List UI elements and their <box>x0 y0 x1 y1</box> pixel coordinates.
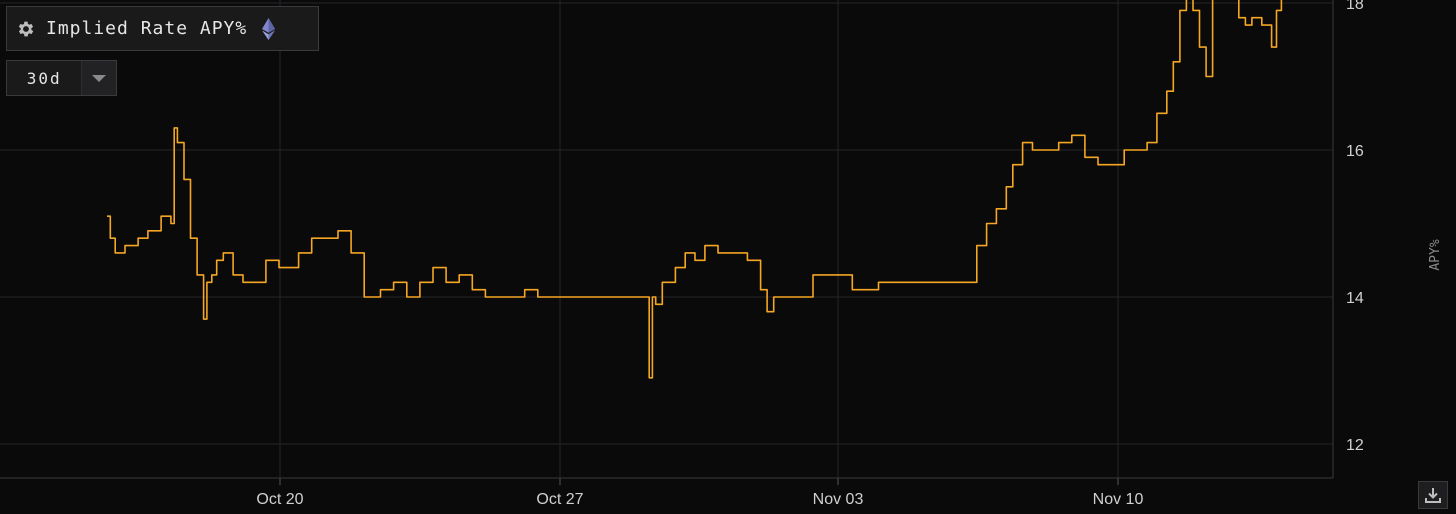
y-tick-label: 14 <box>1346 290 1364 307</box>
y-tick-label: 16 <box>1346 143 1364 160</box>
chart-title: Implied Rate APY% <box>46 18 248 39</box>
ethereum-icon <box>262 17 276 40</box>
download-icon <box>1425 488 1441 503</box>
range-selector[interactable]: 30d <box>6 60 117 96</box>
download-button[interactable] <box>1418 481 1448 509</box>
range-selector-value[interactable]: 30d <box>7 69 81 88</box>
range-dropdown-button[interactable] <box>81 61 116 95</box>
grid-lines <box>0 0 1333 478</box>
y-tick-label: 12 <box>1346 437 1364 454</box>
y-tick-label: 18 <box>1346 0 1364 13</box>
series-line <box>107 0 1283 379</box>
implied-rate-chart[interactable]: 121416182022Oct 20Oct 27Nov 03Nov 10 <box>0 0 1456 514</box>
x-tick-label: Oct 20 <box>256 491 303 508</box>
y-axis-label: APY% <box>1427 239 1443 271</box>
x-tick-label: Nov 10 <box>1093 491 1144 508</box>
x-tick-label: Nov 03 <box>813 491 864 508</box>
gear-icon[interactable] <box>16 19 36 39</box>
axes: 121416182022Oct 20Oct 27Nov 03Nov 10 <box>0 0 1364 508</box>
series-layer <box>107 0 1283 379</box>
x-tick-label: Oct 27 <box>536 491 583 508</box>
chart-title-box[interactable]: Implied Rate APY% <box>6 6 319 51</box>
chevron-down-icon <box>92 74 107 82</box>
